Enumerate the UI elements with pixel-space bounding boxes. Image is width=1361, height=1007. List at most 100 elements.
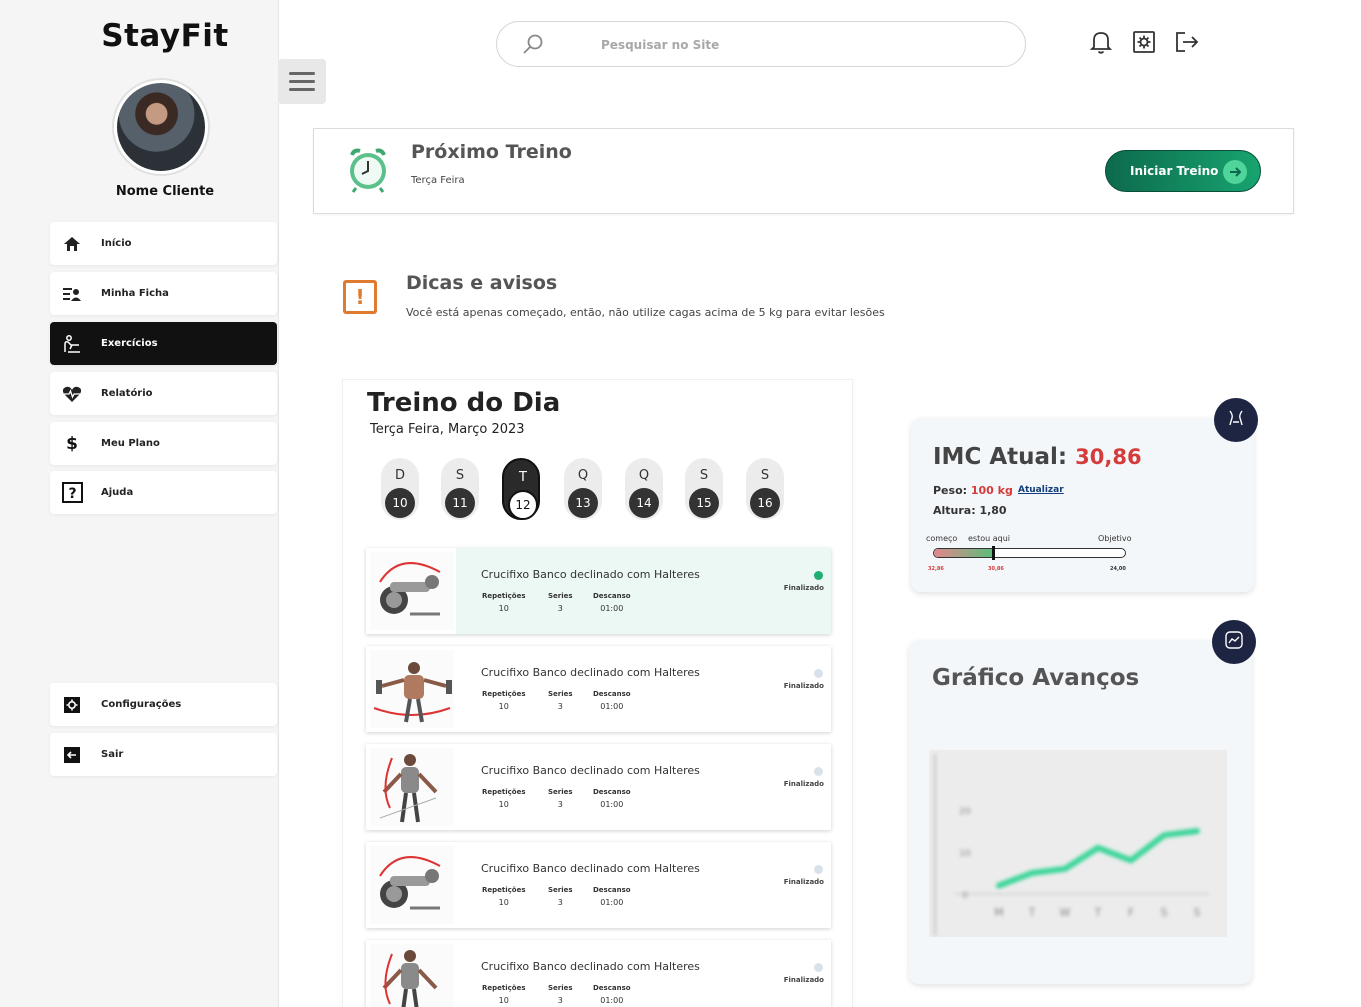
next-workout-day: Terça Feira [411,175,465,186]
search-input[interactable] [601,34,981,56]
reps-value: 10 [498,996,509,1005]
reps-value: 10 [498,898,509,907]
menu-toggle-button[interactable] [278,59,326,104]
rest-header: Descanso [593,886,631,894]
sidebar-item-exercicios[interactable]: Exercícios [50,322,277,365]
reps-header: Repetições [482,592,526,600]
imc-label: IMC Atual: [933,444,1068,470]
sidebar-item-configuracoes[interactable]: Configurações [50,683,277,726]
reps-value: 10 [498,800,509,809]
y-tick-label: 10 [959,849,971,859]
day-selector[interactable]: S 11 [441,458,479,520]
sidebar-item-relatorio[interactable]: Relatório [50,372,277,415]
day-letter: T [519,470,527,485]
dollar-icon: $ [66,433,78,454]
rest-value: 01:00 [600,604,624,613]
line-chart: 20 10 0 M T W T F S S [933,754,1209,936]
day-number: 11 [445,488,475,518]
start-workout-label: Iniciar Treino [1130,164,1219,178]
rest-column: Descanso 01:00 [593,984,631,1005]
sidebar-item-minha-ficha[interactable]: Minha Ficha [50,272,277,315]
update-link[interactable]: Atualizar [1018,485,1064,495]
day-selector[interactable]: S 15 [685,458,723,520]
reps-header: Repetições [482,886,526,894]
exercise-name: Crucifixo Banco declinado com Halteres [481,960,700,973]
series-column: Series 3 [548,788,573,809]
day-selector[interactable]: S 16 [746,458,784,520]
rest-column: Descanso 01:00 [593,592,631,613]
bell-icon[interactable] [1088,28,1114,56]
series-column: Series 3 [548,984,573,1005]
day-selector[interactable]: Q 14 [625,458,663,520]
logout-icon [61,744,83,766]
x-tick-label: S [1194,906,1201,919]
client-name: Nome Cliente [115,184,215,199]
sidebar-item-sair[interactable]: Sair [50,733,277,776]
y-tick-label: 20 [959,807,971,817]
exercise-card[interactable]: Crucifixo Banco declinado com Halteres R… [366,548,831,634]
sidebar-item-label: Minha Ficha [101,288,169,299]
reps-header: Repetições [482,690,526,698]
exercise-illustration [370,748,454,826]
alarm-clock-icon [344,145,392,195]
imc-heading: IMC Atual: 30,86 [933,444,1142,470]
rest-header: Descanso [593,788,631,796]
chart-area: 20 10 0 M T W T F S S [929,750,1227,937]
reps-column: Repetições 10 [482,984,526,1005]
settings-icon[interactable] [1131,28,1157,56]
pending-status-icon [814,669,823,678]
chart-button[interactable] [1212,620,1256,664]
series-header: Series [548,592,573,600]
exercise-name: Crucifixo Banco declinado com Halteres [481,764,700,777]
workout-title: Treino do Dia [367,388,561,418]
sidebar-item-inicio[interactable]: Início [50,222,277,265]
start-workout-button[interactable]: Iniciar Treino [1105,150,1261,192]
exercise-card[interactable]: Crucifixo Banco declinado com Halteres R… [366,842,831,928]
rest-header: Descanso [593,984,631,992]
imc-card: IMC Atual: 30,86 Peso: 100 kg Atualizar … [911,418,1254,592]
sidebar-item-meu-plano[interactable]: $ Meu Plano [50,422,277,465]
height-value: Altura: 1,80 [933,504,1007,517]
series-header: Series [548,984,573,992]
series-value: 3 [557,996,563,1005]
series-header: Series [548,788,573,796]
chart-trend-icon [1224,630,1244,654]
pending-status-icon [814,865,823,874]
exercise-card[interactable]: Crucifixo Banco declinado com Halteres R… [366,744,831,830]
x-tick-label: F [1128,906,1134,919]
exercise-illustration [370,552,454,630]
exercise-status: Finalizado [783,584,824,592]
day-selector[interactable]: Q 13 [564,458,602,520]
imc-current-marker [991,546,995,560]
logout-icon[interactable] [1174,28,1200,56]
exercise-card[interactable]: Crucifixo Banco declinado com Halteres R… [366,646,831,732]
search-icon[interactable] [521,33,545,61]
series-value: 3 [557,898,563,907]
settings-icon [61,694,83,716]
day-letter: Q [638,468,650,483]
day-letter: D [394,468,405,483]
search-bar [496,21,1026,67]
reps-column: Repetições 10 [482,592,526,613]
next-workout-card: Próximo Treino Terça Feira Iniciar Trein… [313,128,1294,214]
exercise-card[interactable]: Crucifixo Banco declinado com Halteres R… [366,940,831,1007]
reps-column: Repetições 10 [482,788,526,809]
exercise-icon [61,333,83,355]
day-letter: S [760,468,770,483]
avatar[interactable] [112,78,210,176]
day-selector-selected[interactable]: T 12 [502,458,540,520]
rest-column: Descanso 01:00 [593,690,631,711]
profile-list-icon [61,283,83,305]
reps-value: 10 [498,604,509,613]
chart-title: Gráfico Avanços [932,665,1140,691]
sidebar-item-label: Início [101,238,132,249]
bar-start-label: começo [926,534,958,543]
sidebar-item-ajuda[interactable]: ? Ajuda [50,471,277,514]
check-icon [814,571,823,580]
pending-status-icon [814,767,823,776]
day-selector[interactable]: D 10 [381,458,419,520]
sidebar-item-label: Relatório [101,388,153,399]
series-value: 3 [557,604,563,613]
body-scan-button[interactable] [1214,398,1258,442]
series-header: Series [548,886,573,894]
